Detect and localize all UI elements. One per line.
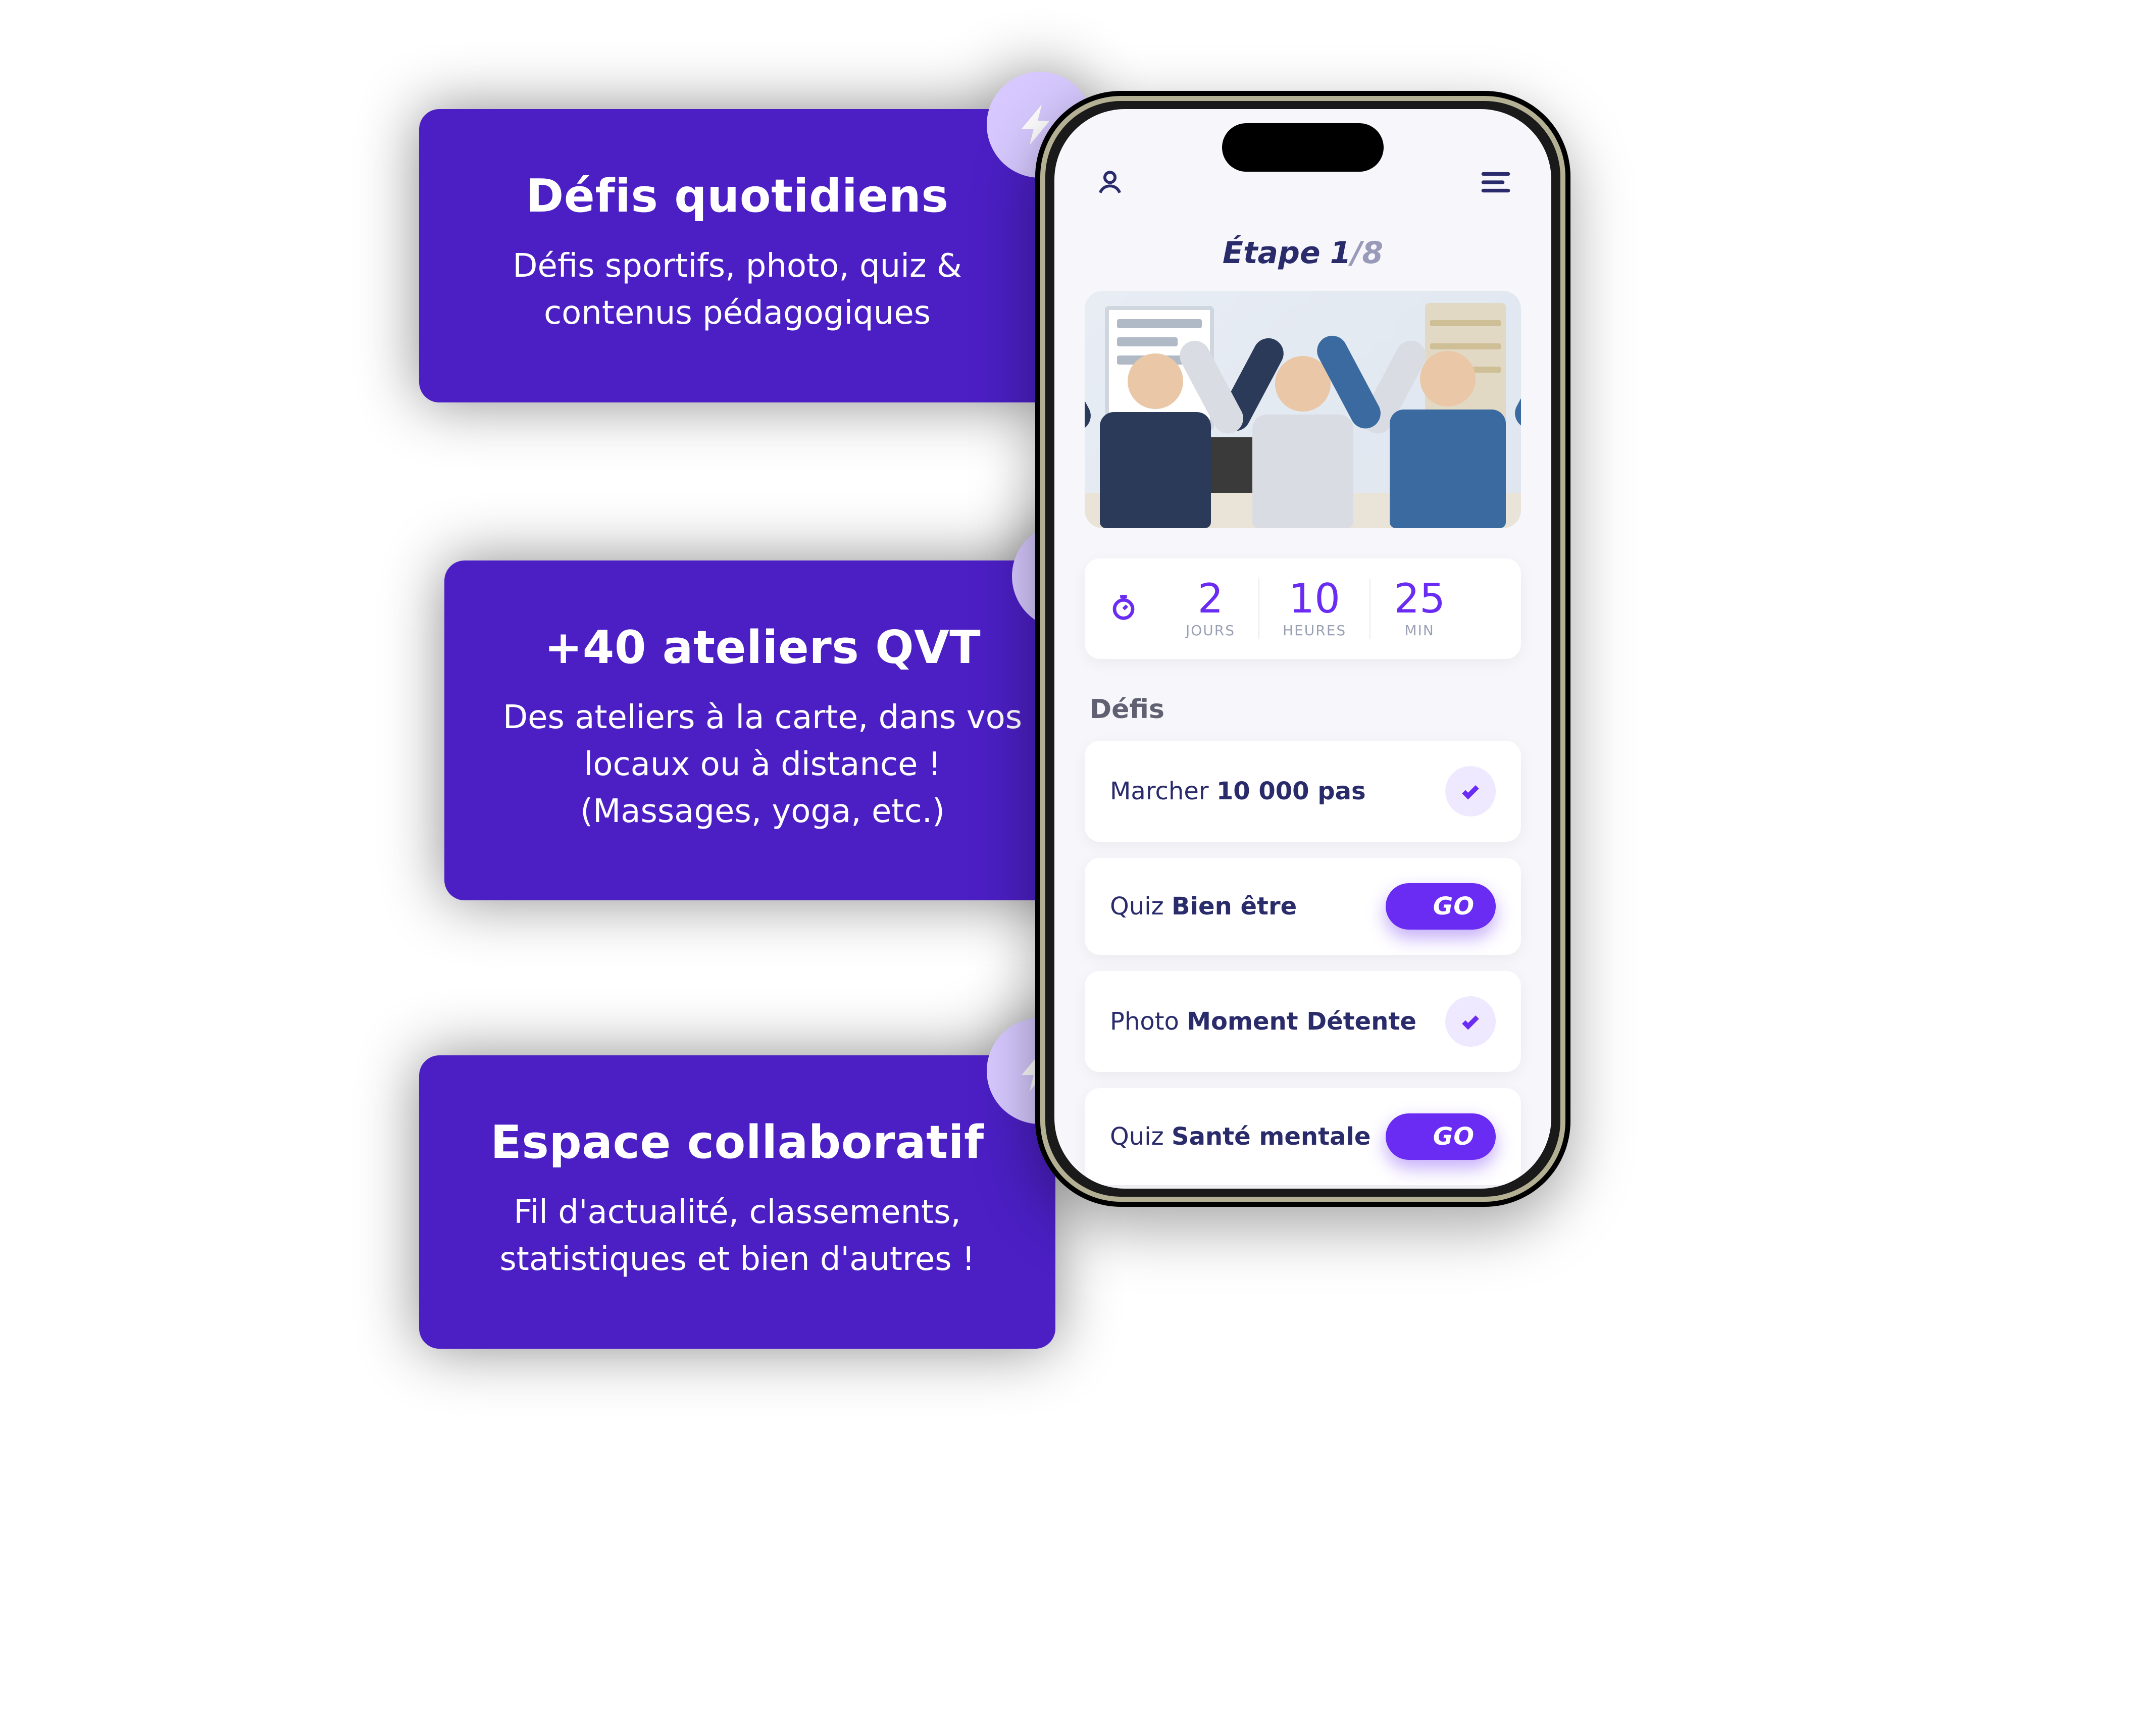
- go-button[interactable]: GO: [1386, 883, 1496, 930]
- defi-label: Photo Moment Détente: [1110, 1007, 1416, 1036]
- defi-row[interactable]: Quiz Santé mentale GO: [1085, 1088, 1521, 1185]
- feature-body: Fil d'actualité, classements, statistiqu…: [475, 1189, 1000, 1283]
- stage-sep: /: [1351, 235, 1362, 271]
- countdown-label: JOURS: [1186, 622, 1235, 639]
- feature-card-defis: Défis quotidiens Défis sportifs, photo, …: [419, 109, 1055, 402]
- defi-row[interactable]: Photo Moment Détente: [1085, 971, 1521, 1072]
- countdown-label: HEURES: [1283, 622, 1346, 639]
- feature-title: Espace collaboratif: [475, 1116, 1000, 1169]
- stage-total: 8: [1362, 235, 1383, 271]
- profile-icon[interactable]: [1090, 162, 1130, 202]
- hero-image: [1085, 291, 1521, 528]
- countdown-value: 25: [1394, 579, 1445, 619]
- feature-body: Des ateliers à la carte, dans vos locaux…: [500, 694, 1025, 835]
- stage-title: Étape 1/8: [1054, 235, 1551, 271]
- defi-label: Quiz Santé mentale: [1110, 1122, 1371, 1151]
- stage-label: Étape: [1223, 235, 1321, 271]
- check-icon: [1445, 996, 1496, 1047]
- feature-title: Défis quotidiens: [475, 170, 1000, 223]
- countdown-hours: 10 HEURES: [1258, 579, 1369, 639]
- go-label: GO: [1433, 1122, 1475, 1151]
- stage-current: 1: [1330, 235, 1351, 271]
- feature-title: +40 ateliers QVT: [500, 621, 1025, 674]
- stopwatch-icon: [1110, 594, 1137, 624]
- go-button[interactable]: GO: [1386, 1113, 1496, 1160]
- countdown: 2 JOURS 10 HEURES 25 MIN: [1085, 558, 1521, 659]
- feature-card-ateliers: +40 ateliers QVT Des ateliers à la carte…: [444, 560, 1081, 900]
- menu-icon[interactable]: [1476, 162, 1516, 202]
- phone-mockup: Étape 1/8: [1035, 91, 1570, 1207]
- check-icon: [1445, 766, 1496, 816]
- defi-row[interactable]: Quiz Bien être GO: [1085, 858, 1521, 955]
- defi-row[interactable]: Marcher 10 000 pas: [1085, 741, 1521, 842]
- countdown-label: MIN: [1394, 622, 1445, 639]
- section-defis-title: Défis: [1090, 694, 1516, 725]
- app-header: [1054, 109, 1551, 225]
- phone-screen: Étape 1/8: [1054, 109, 1551, 1189]
- countdown-value: 2: [1186, 579, 1235, 619]
- countdown-days: 2 JOURS: [1162, 579, 1258, 639]
- go-label: GO: [1433, 892, 1475, 921]
- hero-person: [1390, 351, 1506, 528]
- feature-body: Défis sportifs, photo, quiz & contenus p…: [475, 243, 1000, 337]
- defi-label: Marcher 10 000 pas: [1110, 777, 1366, 805]
- defi-label: Quiz Bien être: [1110, 892, 1297, 921]
- countdown-minutes: 25 MIN: [1369, 579, 1468, 639]
- countdown-value: 10: [1283, 579, 1346, 619]
- feature-card-collaboratif: Espace collaboratif Fil d'actualité, cla…: [419, 1055, 1055, 1349]
